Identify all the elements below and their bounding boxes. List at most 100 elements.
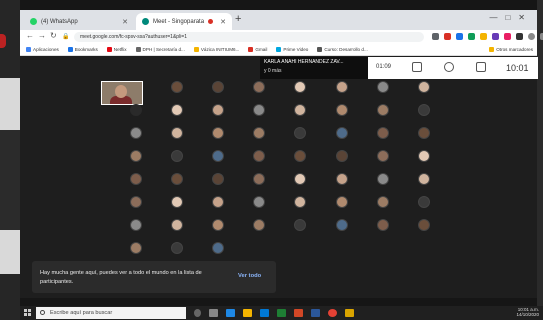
participant-avatar[interactable] (212, 150, 224, 162)
cortana-icon[interactable] (194, 309, 201, 317)
participant-avatar[interactable] (294, 127, 306, 139)
participant-avatar[interactable] (294, 173, 306, 185)
participant-avatar[interactable] (130, 196, 142, 208)
close-icon[interactable]: ✕ (122, 18, 128, 26)
view-all-button[interactable]: Ver todo (238, 273, 261, 279)
participant-avatar[interactable] (212, 219, 224, 231)
tab-whatsapp[interactable]: (4) WhatsApp ✕ (24, 13, 134, 30)
participant-avatar[interactable] (253, 173, 265, 185)
participant-avatar[interactable] (130, 104, 142, 116)
participant-avatar[interactable] (130, 173, 142, 185)
participants-icon[interactable] (444, 62, 454, 72)
extension-icon[interactable] (516, 33, 523, 40)
participant-avatar[interactable] (418, 219, 430, 231)
participant-avatar[interactable] (418, 150, 430, 162)
forward-icon[interactable]: → (38, 31, 46, 40)
participant-video-tile[interactable] (101, 81, 143, 105)
powerpoint-icon[interactable] (294, 309, 303, 317)
participant-avatar[interactable] (253, 127, 265, 139)
participant-avatar[interactable] (130, 219, 142, 231)
participant-avatar[interactable] (336, 127, 348, 139)
system-tray[interactable]: 10:01 a.m. 14/10/2020 (516, 307, 539, 317)
participant-avatar[interactable] (212, 196, 224, 208)
windows-start-icon[interactable] (24, 309, 32, 317)
participant-avatar[interactable] (294, 219, 306, 231)
chat-icon[interactable] (476, 62, 486, 72)
participant-avatar[interactable] (171, 196, 183, 208)
participant-avatar[interactable] (418, 104, 430, 116)
participant-avatar[interactable] (336, 104, 348, 116)
participant-avatar[interactable] (171, 219, 183, 231)
participant-avatar[interactable] (377, 173, 389, 185)
participant-avatar[interactable] (418, 196, 430, 208)
participant-avatar[interactable] (294, 196, 306, 208)
close-icon[interactable]: ✕ (220, 18, 226, 26)
participant-avatar[interactable] (418, 81, 430, 93)
taskbar-search-input[interactable]: Escribe aquí para buscar (36, 307, 186, 319)
participant-avatar[interactable] (377, 196, 389, 208)
participant-avatar[interactable] (212, 127, 224, 139)
participant-avatar[interactable] (253, 81, 265, 93)
new-tab-button[interactable]: + (235, 13, 241, 25)
window-controls[interactable]: —□✕ (489, 13, 533, 22)
star-icon[interactable] (432, 33, 439, 40)
bookmark-item[interactable]: Aplicaciones (26, 47, 59, 52)
grid-layout-icon[interactable] (412, 62, 422, 72)
chrome-icon[interactable] (328, 309, 337, 317)
word-icon[interactable] (311, 309, 320, 317)
extension-icon[interactable] (480, 33, 487, 40)
participant-avatar[interactable] (336, 81, 348, 93)
participant-avatar[interactable] (171, 127, 183, 139)
participant-avatar[interactable] (253, 150, 265, 162)
file-explorer-icon[interactable] (243, 309, 252, 317)
participant-avatar[interactable] (377, 150, 389, 162)
participant-avatar[interactable] (253, 219, 265, 231)
bookmark-item[interactable]: Prime Video (276, 47, 308, 52)
participant-avatar[interactable] (253, 104, 265, 116)
reload-icon[interactable]: ↻ (50, 31, 57, 40)
extension-icon[interactable] (444, 33, 451, 40)
participant-avatar[interactable] (377, 219, 389, 231)
participant-avatar[interactable] (336, 173, 348, 185)
extension-icon[interactable] (504, 33, 511, 40)
participant-avatar[interactable] (212, 81, 224, 93)
bookmark-item[interactable]: DPH | Secretaría d... (135, 47, 185, 52)
participant-avatar[interactable] (294, 81, 306, 93)
participant-avatar[interactable] (418, 173, 430, 185)
extension-icon[interactable] (492, 33, 499, 40)
participant-avatar[interactable] (294, 150, 306, 162)
participant-avatar[interactable] (336, 219, 348, 231)
bookmark-item[interactable]: Gmail (248, 47, 267, 52)
participant-avatar[interactable] (212, 104, 224, 116)
participant-avatar[interactable] (130, 127, 142, 139)
participant-avatar[interactable] (377, 81, 389, 93)
participant-avatar[interactable] (171, 173, 183, 185)
bookmark-item[interactable]: Curso: Desarrollo d... (317, 47, 368, 52)
participant-avatar[interactable] (212, 173, 224, 185)
participant-avatar[interactable] (336, 196, 348, 208)
participant-avatar[interactable] (418, 127, 430, 139)
participant-avatar[interactable] (336, 150, 348, 162)
participant-avatar[interactable] (212, 242, 224, 254)
participant-avatar[interactable] (171, 242, 183, 254)
bookmark-item[interactable]: Vázica INITIUM6... (193, 47, 239, 52)
participant-avatar[interactable] (130, 242, 142, 254)
edge-icon[interactable] (226, 309, 235, 317)
participant-avatar[interactable] (171, 81, 183, 93)
participant-avatar[interactable] (377, 127, 389, 139)
participant-avatar[interactable] (253, 196, 265, 208)
address-bar[interactable]: meet.google.com/fc-spsv-ssa?authuser=1&p… (74, 32, 424, 42)
participant-avatar[interactable] (171, 150, 183, 162)
bookmark-item[interactable]: Bookmarks (67, 47, 98, 52)
back-icon[interactable]: ← (26, 31, 34, 40)
tab-meet[interactable]: Meet - Singoparata ✕ (136, 13, 232, 30)
participant-avatar[interactable] (130, 150, 142, 162)
excel-icon[interactable] (277, 309, 286, 317)
store-icon[interactable] (260, 309, 269, 317)
extension-icon[interactable] (456, 33, 463, 40)
bookmark-item[interactable]: Netflix (106, 47, 127, 52)
task-view-icon[interactable] (209, 309, 218, 317)
participant-avatar[interactable] (171, 104, 183, 116)
participant-avatar[interactable] (294, 104, 306, 116)
bookmark-item[interactable]: Otros marcadores (489, 47, 533, 52)
